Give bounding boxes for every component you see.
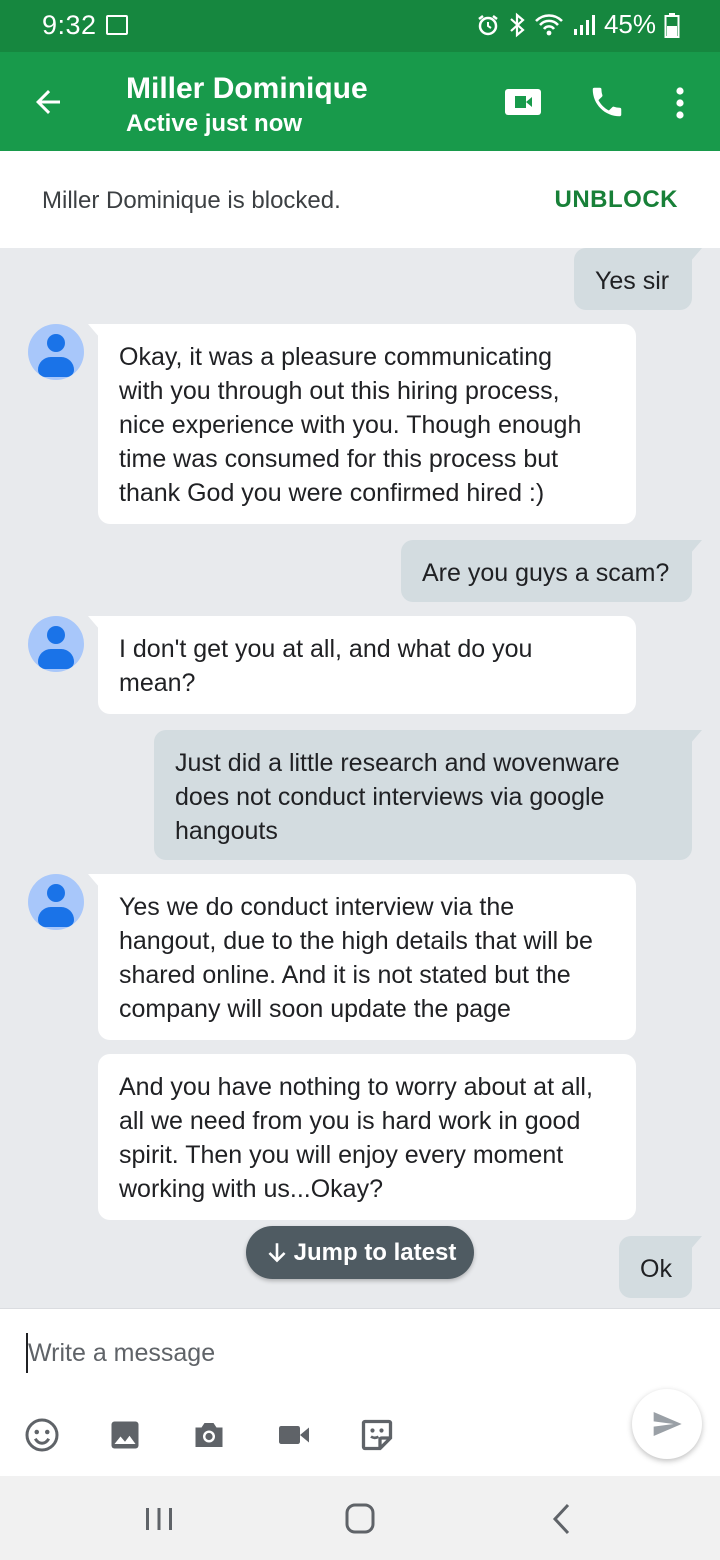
camera-icon[interactable]	[191, 1417, 227, 1453]
status-time: 9:32	[42, 10, 97, 40]
message-line: hangouts	[175, 817, 278, 845]
incoming-message[interactable]: Okay, it was a pleasure communicating wi…	[88, 324, 636, 524]
outgoing-message[interactable]: Are you guys a scam?	[401, 540, 702, 602]
video-icon[interactable]	[276, 1417, 312, 1453]
jump-to-latest-button[interactable]: Jump to latest	[246, 1226, 474, 1279]
message-line: thank God you were confirmed hired :)	[119, 479, 545, 507]
arrow-down-icon	[268, 1242, 286, 1262]
alarm-icon	[478, 14, 498, 35]
system-navigation-bar	[0, 1476, 720, 1560]
gallery-notification-icon	[106, 15, 128, 35]
recent-apps-icon[interactable]	[139, 1500, 179, 1538]
more-vert-icon[interactable]	[666, 84, 694, 122]
send-button[interactable]	[632, 1389, 702, 1459]
conversation-header: Miller Dominique Active just now	[0, 52, 720, 151]
bluetooth-icon	[510, 12, 525, 37]
contact-avatar[interactable]	[28, 324, 84, 380]
message-line: shared online. And it is not stated but …	[119, 961, 571, 989]
video-call-icon[interactable]	[504, 86, 542, 118]
phone-icon[interactable]	[588, 83, 626, 121]
message-line: with you through out this hiring process…	[119, 377, 560, 405]
battery-icon	[664, 12, 680, 38]
message-line: Okay, it was a pleasure communicating	[119, 343, 553, 371]
message-line: Yes we do conduct interview via the	[119, 893, 515, 921]
outgoing-message[interactable]: Just did a little research and wovenware…	[154, 730, 702, 860]
message-list[interactable]: Yes sir Okay, it was a pleasure communic…	[0, 248, 720, 1308]
message-line: time was consumed for this process but	[119, 445, 559, 473]
message-line: nice experience with you. Though enough	[119, 411, 582, 439]
outgoing-message[interactable]: Yes sir	[574, 248, 702, 310]
wifi-icon	[535, 13, 563, 35]
blocked-notice: Miller Dominique is blocked.	[42, 187, 341, 214]
status-indicators: 45%	[476, 9, 680, 40]
message-line: does not conduct interviews via google	[175, 783, 605, 811]
contact-avatar[interactable]	[28, 874, 84, 930]
message-line: mean?	[119, 669, 196, 697]
contact-status: Active just now	[126, 110, 303, 137]
message-line: Ok	[640, 1255, 672, 1283]
incoming-message[interactable]: And you have nothing to worry about at a…	[98, 1054, 636, 1220]
message-line: hangout, due to the high details that wi…	[119, 927, 593, 955]
incoming-message[interactable]: I don't get you at all, and what do you …	[88, 616, 636, 714]
message-composer	[0, 1308, 720, 1476]
message-line: company will soon update the page	[119, 995, 511, 1023]
back-icon[interactable]	[542, 1500, 582, 1538]
message-line: all we need from you is hard work in goo…	[119, 1107, 581, 1135]
contact-avatar[interactable]	[28, 616, 84, 672]
sticker-icon[interactable]	[359, 1417, 395, 1453]
message-line: And you have nothing to worry about at a…	[119, 1073, 593, 1101]
signal-icon	[573, 14, 595, 35]
back-arrow-icon[interactable]	[30, 84, 66, 120]
message-line: spirit. Then you will enjoy every moment	[119, 1141, 564, 1169]
message-line: I don't get you at all, and what do you	[119, 635, 533, 663]
send-icon	[653, 1412, 682, 1436]
status-bar: 9:32 45%	[0, 0, 720, 52]
unblock-button[interactable]: UNBLOCK	[555, 186, 679, 214]
contact-name[interactable]: Miller Dominique	[126, 72, 368, 106]
message-line: Just did a little research and wovenware	[175, 749, 620, 777]
home-icon[interactable]	[340, 1500, 380, 1538]
blocked-banner: Miller Dominique is blocked. UNBLOCK	[0, 151, 720, 248]
incoming-message[interactable]: Yes we do conduct interview via the hang…	[88, 874, 636, 1040]
message-line: Are you guys a scam?	[422, 559, 670, 587]
message-line: Yes sir	[595, 267, 670, 295]
emoji-icon[interactable]	[24, 1417, 60, 1453]
outgoing-message[interactable]: Ok	[619, 1236, 702, 1298]
message-input[interactable]	[26, 1333, 586, 1373]
battery-percent: 45%	[603, 9, 656, 39]
image-icon[interactable]	[107, 1417, 143, 1453]
jump-to-latest-label: Jump to latest	[293, 1238, 457, 1266]
message-line: working with us...Okay?	[119, 1175, 383, 1203]
